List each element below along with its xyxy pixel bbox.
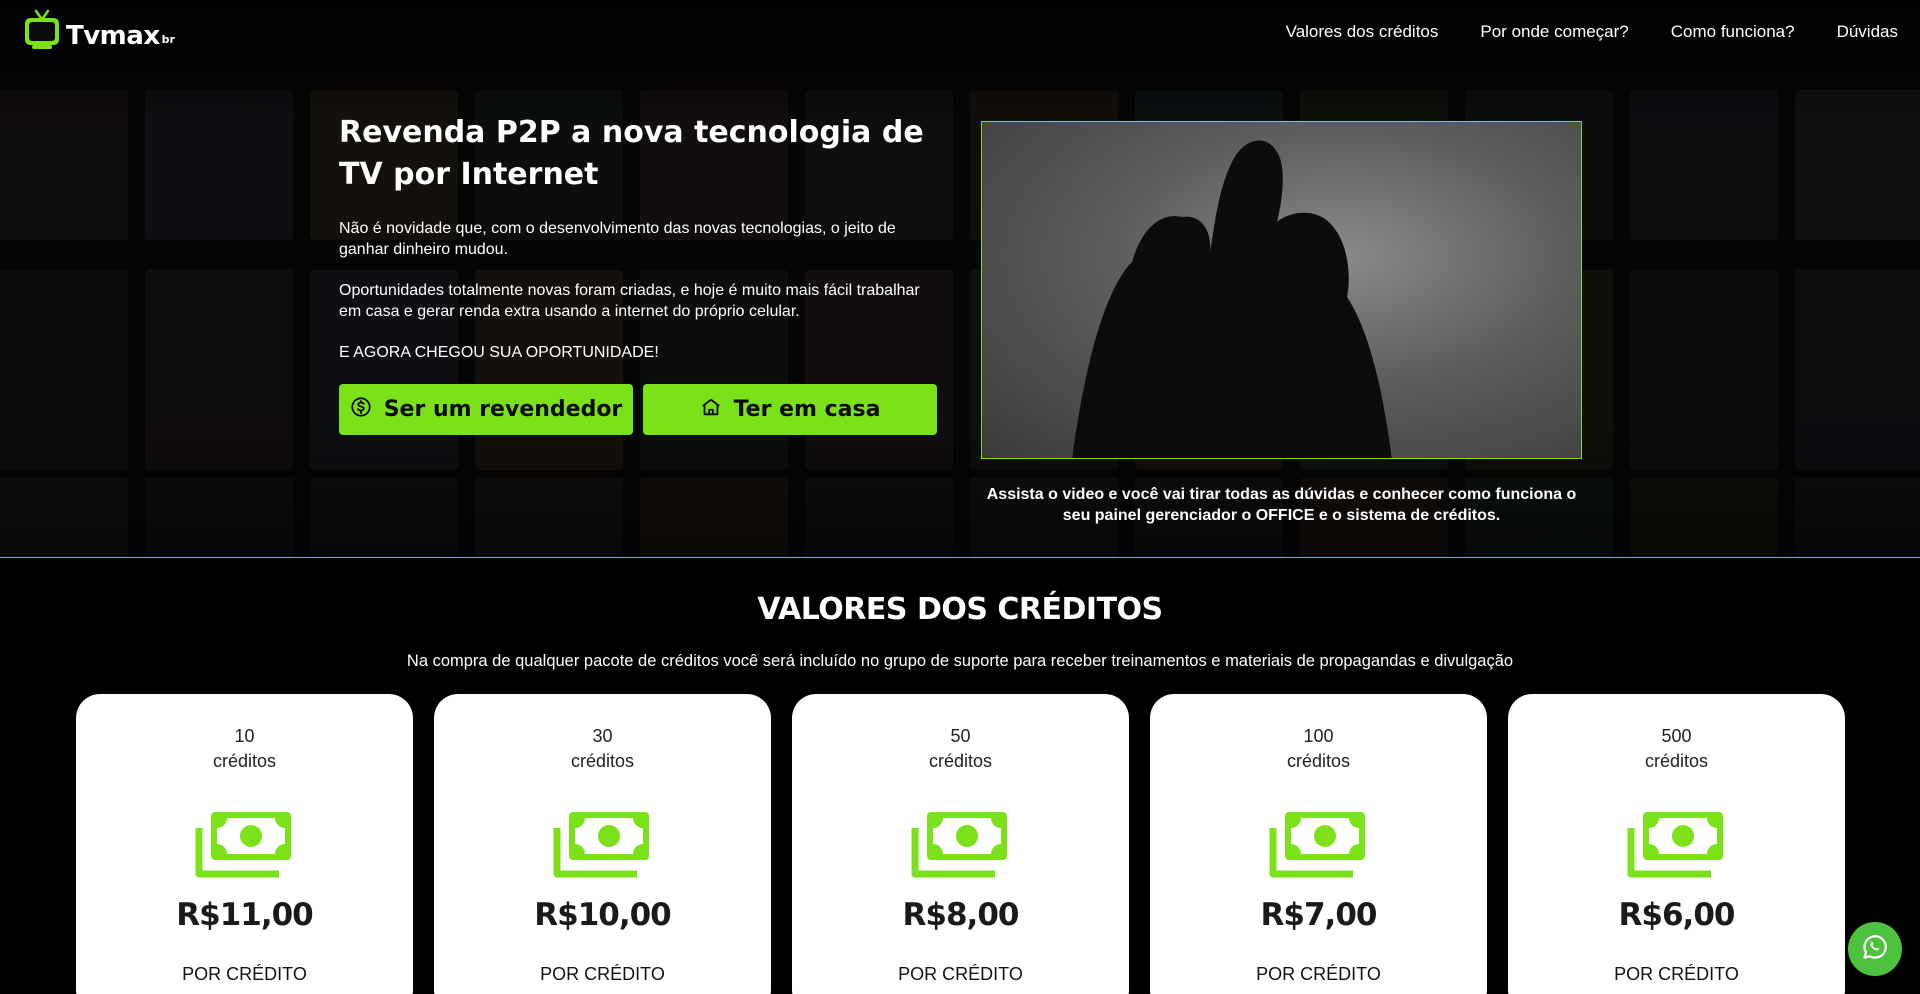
per-credit-label: POR CRÉDITO: [540, 964, 665, 984]
credit-quantity-number: 500: [1661, 726, 1692, 746]
credit-price: R$7,00: [1260, 897, 1378, 933]
credits-section-subtitle: Na compra de qualquer pacote de créditos…: [406, 652, 1514, 670]
credit-card[interactable]: 10 créditos R$11,00 POR CRÉDITO: [76, 694, 413, 994]
tv-logo-icon: [24, 9, 60, 53]
credit-quantity-number: 50: [950, 726, 971, 746]
credit-card[interactable]: 100 créditos R$7,00 POR CRÉDITO: [1150, 694, 1487, 994]
hero-section: [0, 0, 1920, 558]
credit-quantity-number: 10: [234, 726, 255, 746]
hero-paragraph-3: E AGORA CHEGOU SUA OPORTUNIDADE!: [339, 344, 659, 361]
money-icon: [195, 808, 295, 880]
credit-price: R$11,00: [176, 897, 314, 933]
hero-buttons: Ser um revendedor Ter em casa: [339, 384, 939, 435]
credit-quantity-word: créditos: [1286, 751, 1351, 771]
hero-paragraph-1: Não é novidade que, com o desenvolviment…: [339, 220, 896, 258]
credit-price: R$8,00: [902, 897, 1020, 933]
whatsapp-button[interactable]: [1848, 922, 1902, 976]
per-credit-label: POR CRÉDITO: [1256, 964, 1381, 984]
money-icon: [911, 808, 1011, 880]
reseller-button-label: Ser um revendedor: [383, 397, 623, 422]
nav-link-valores[interactable]: Valores dos créditos: [1286, 22, 1439, 42]
money-icon: [1269, 808, 1369, 880]
credit-quantity: 50 créditos: [792, 724, 1129, 774]
logo-text: Tvmax: [66, 21, 160, 51]
video-thumbnail-silhouette: [1072, 140, 1392, 458]
nav-link-como-funciona[interactable]: Como funciona?: [1671, 22, 1795, 42]
dollar-circle-icon: [350, 396, 372, 424]
credit-quantity-word: créditos: [1644, 751, 1709, 771]
credit-quantity-word: créditos: [212, 751, 277, 771]
credit-cards: 10 créditos R$11,00 POR CRÉDITO 30 créditos R$…: [76, 694, 1845, 994]
home-button-label: Ter em casa: [733, 397, 881, 422]
credit-quantity: 10 créditos: [76, 724, 413, 774]
credit-quantity-word: créditos: [928, 751, 993, 771]
credit-price: R$10,00: [534, 897, 672, 933]
logo[interactable]: Tvmax br: [24, 9, 175, 53]
nav-link-duvidas[interactable]: Dúvidas: [1837, 22, 1898, 42]
per-credit-label: POR CRÉDITO: [898, 964, 1023, 984]
credit-card[interactable]: 30 créditos R$10,00 POR CRÉDITO: [434, 694, 771, 994]
credit-quantity-word: créditos: [570, 751, 635, 771]
per-credit-label: POR CRÉDITO: [182, 964, 307, 984]
main-nav: Valores dos créditos Por onde começar? C…: [1286, 22, 1898, 42]
money-icon: [1627, 808, 1727, 880]
credit-quantity-number: 100: [1303, 726, 1334, 746]
whatsapp-icon: [1860, 932, 1890, 966]
video-player[interactable]: [981, 121, 1582, 459]
hero-content: Revenda P2P a nova tecnologia de TV por …: [339, 112, 939, 435]
credit-quantity: 100 créditos: [1150, 724, 1487, 774]
hero-overlay: [0, 0, 1920, 557]
credit-quantity: 30 créditos: [434, 724, 771, 774]
reseller-button[interactable]: Ser um revendedor: [339, 384, 633, 435]
hero-paragraph-2: Oportunidades totalmente novas foram cri…: [339, 282, 920, 320]
per-credit-label: POR CRÉDITO: [1614, 964, 1739, 984]
credits-section-title: VALORES DOS CRÉDITOS: [757, 592, 1163, 627]
money-icon: [553, 808, 653, 880]
nav-link-por-onde-comecar[interactable]: Por onde começar?: [1480, 22, 1628, 42]
home-icon: [700, 396, 722, 424]
video-caption: Assista o video e você vai tirar todas a…: [986, 486, 1577, 524]
hero-title: Revenda P2P a nova tecnologia de TV por …: [339, 115, 924, 192]
credit-card[interactable]: 500 créditos R$6,00 POR CRÉDITO: [1508, 694, 1845, 994]
logo-suffix: br: [161, 33, 175, 46]
home-button[interactable]: Ter em casa: [643, 384, 937, 435]
site-header: Tvmax br Valores dos créditos Por onde c…: [0, 0, 1920, 70]
credit-price: R$6,00: [1618, 897, 1736, 933]
credit-card[interactable]: 50 créditos R$8,00 POR CRÉDITO: [792, 694, 1129, 994]
credit-quantity: 500 créditos: [1508, 724, 1845, 774]
credit-quantity-number: 30: [592, 726, 613, 746]
